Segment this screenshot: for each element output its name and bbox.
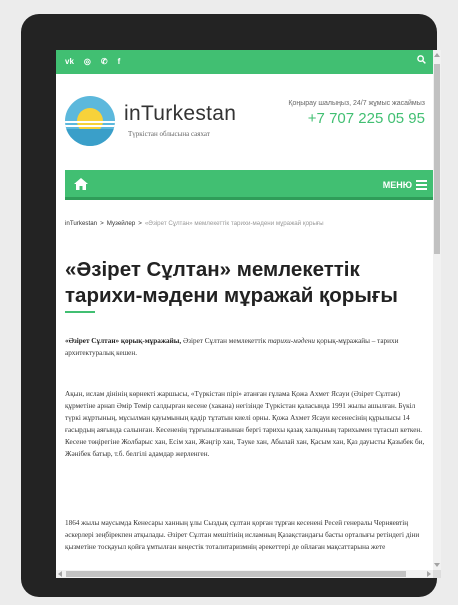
tablet-frame: vk ◎ ✆ f inTurkestan Түркістан облысына … [21, 14, 441, 597]
intro-italic: тарихи-мәдени [267, 337, 315, 345]
title-underline [65, 311, 95, 313]
breadcrumb-museums[interactable]: Музейлер [107, 220, 135, 227]
intro-paragraph: «Әзірет Сұлтан» қорық-мұражайы, Әзірет С… [65, 336, 429, 359]
scroll-up-icon[interactable] [434, 53, 440, 57]
top-bar: vk ◎ ✆ f [56, 50, 433, 74]
menu-label: МЕНЮ [382, 180, 412, 190]
breadcrumb-separator: > [100, 220, 104, 227]
scroll-right-icon[interactable] [427, 571, 431, 577]
facebook-icon[interactable]: f [118, 56, 121, 68]
horizontal-scrollbar[interactable] [56, 570, 433, 578]
vk-icon[interactable]: vk [65, 56, 74, 68]
instagram-icon[interactable]: ◎ [84, 56, 91, 68]
call-label: Қоңырау шалыңыз, 24/7 жұмыс жасаймыз [288, 100, 425, 107]
breadcrumb-home[interactable]: inTurkestan [65, 220, 97, 227]
scrollbar-corner [433, 570, 441, 578]
social-links: vk ◎ ✆ f [65, 56, 120, 68]
menu-button[interactable]: МЕНЮ [383, 178, 427, 192]
phone-number[interactable]: +7 707 225 05 95 [308, 110, 425, 127]
intro-bold: «Әзірет Сұлтан» қорық-мұражайы, [65, 337, 182, 345]
scroll-left-icon[interactable] [58, 571, 62, 577]
page-content: vk ◎ ✆ f inTurkestan Түркістан облысына … [56, 50, 433, 570]
home-icon[interactable] [73, 177, 89, 191]
vertical-scrollbar[interactable] [433, 50, 441, 570]
page-title: «Әзірет Сұлтан» мемлекеттік тарихи-мәден… [65, 258, 398, 307]
site-logo[interactable] [65, 96, 115, 146]
site-tagline: Түркістан облысына саяхат [128, 130, 210, 138]
vertical-scroll-thumb[interactable] [434, 64, 440, 254]
scroll-down-icon[interactable] [434, 563, 440, 567]
whatsapp-icon[interactable]: ✆ [101, 56, 108, 68]
breadcrumb-current: «Әзірет Сұлтан» мемлекеттік тарихи-мәден… [144, 220, 324, 227]
history-paragraph-2: 1864 жылы маусымда Кенесары ханның ұлы С… [65, 519, 420, 551]
main-nav: МЕНЮ [65, 170, 433, 200]
search-icon[interactable] [417, 55, 426, 67]
history-paragraph: Ақын, ислам дінінің көрнекті жаршысы, «Т… [65, 390, 425, 459]
site-name[interactable]: inTurkestan [124, 102, 236, 126]
breadcrumb: inTurkestan > Музейлер > «Әзірет Сұлтан» мем… [65, 220, 324, 227]
breadcrumb-separator: > [138, 220, 142, 227]
intro-text-a: Әзірет Сұлтан мемлекеттік [181, 337, 268, 345]
horizontal-scroll-thumb[interactable] [66, 571, 406, 577]
hamburger-icon [416, 178, 427, 192]
browser-viewport[interactable]: vk ◎ ✆ f inTurkestan Түркістан облысына … [56, 50, 441, 578]
